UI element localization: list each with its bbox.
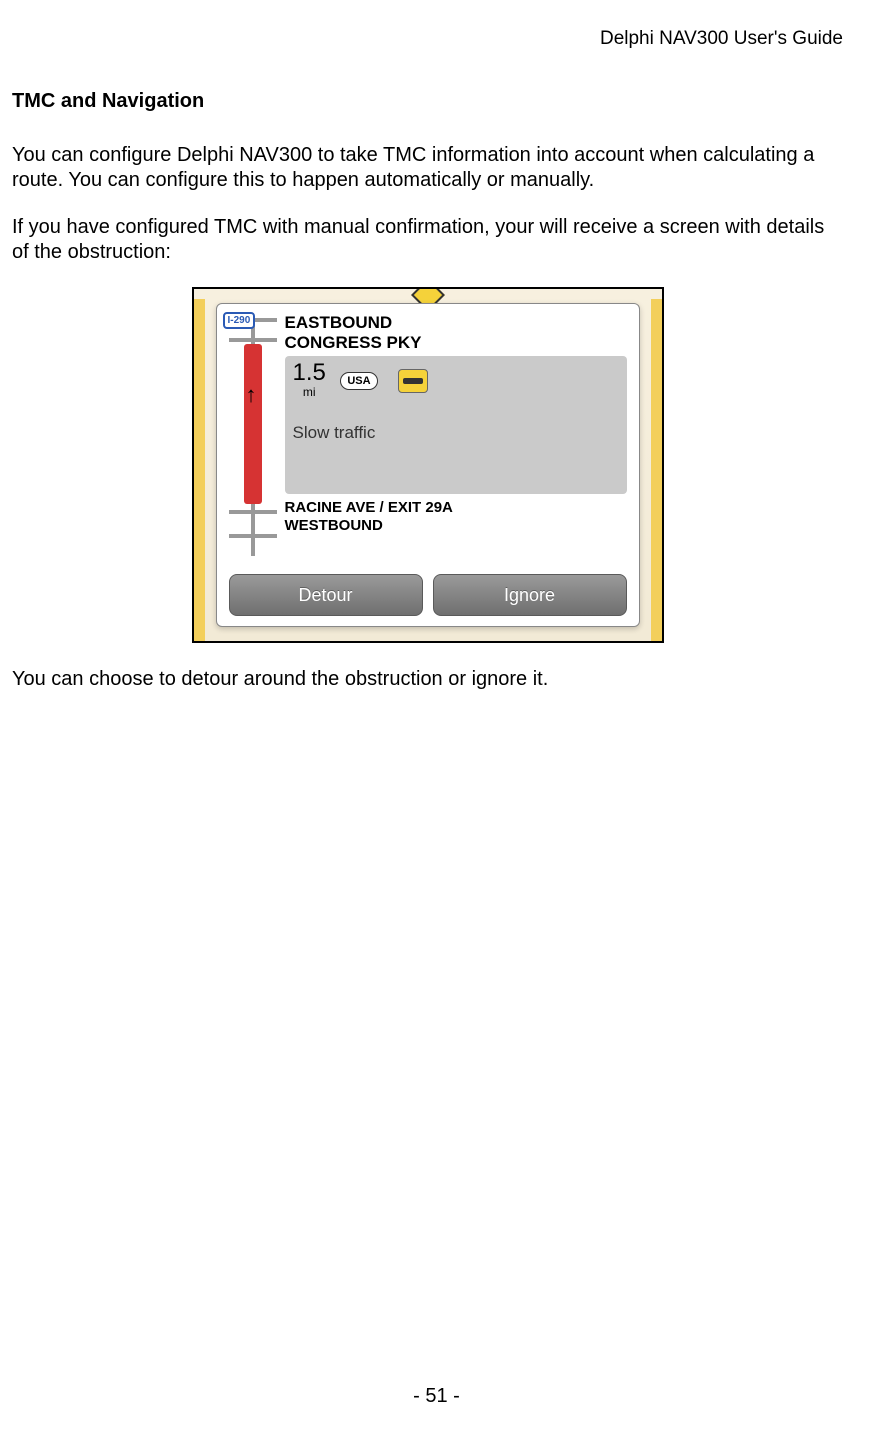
- section-title: TMC and Navigation: [12, 90, 843, 113]
- page-number: - 51 -: [0, 1385, 873, 1408]
- map-background: ↑ I-290 EASTBOUND CONGRESS PKY 1.5 mi US…: [194, 289, 662, 641]
- tmc-info: ↑ I-290 EASTBOUND CONGRESS PKY 1.5 mi US…: [229, 314, 627, 562]
- interstate-shield: I-290: [223, 312, 256, 329]
- distance: 1.5 mi: [293, 362, 326, 399]
- page-content: TMC and Navigation You can configure Del…: [12, 90, 843, 714]
- condition-box: 1.5 mi USA Slow traffic: [285, 356, 627, 494]
- congestion-bar: [244, 344, 262, 504]
- direction-bottom: WESTBOUND: [285, 518, 627, 535]
- tmc-details: EASTBOUND CONGRESS PKY 1.5 mi USA Slow t…: [277, 314, 627, 562]
- road-top: CONGRESS PKY: [285, 334, 627, 353]
- distance-unit: mi: [293, 385, 326, 399]
- paragraph-1: You can configure Delphi NAV300 to take …: [12, 143, 843, 193]
- ignore-button[interactable]: Ignore: [433, 574, 627, 616]
- route-tick: [229, 510, 277, 514]
- tmc-screenshot: ↑ I-290 EASTBOUND CONGRESS PKY 1.5 mi US…: [192, 287, 664, 643]
- exit-text: RACINE AVE / EXIT 29A: [285, 500, 627, 517]
- page-header: Delphi NAV300 User's Guide: [600, 28, 843, 50]
- route-diagram: ↑ I-290: [229, 314, 277, 562]
- arrow-up-icon: ↑: [246, 382, 257, 408]
- paragraph-2: If you have configured TMC with manual c…: [12, 215, 843, 265]
- condition-text: Slow traffic: [293, 423, 619, 443]
- lower-lines: RACINE AVE / EXIT 29A WESTBOUND: [285, 500, 627, 534]
- detour-button[interactable]: Detour: [229, 574, 423, 616]
- tmc-dialog: ↑ I-290 EASTBOUND CONGRESS PKY 1.5 mi US…: [216, 303, 640, 627]
- country-badge: USA: [340, 372, 377, 390]
- distance-value: 1.5: [293, 359, 326, 386]
- button-row: Detour Ignore: [229, 574, 627, 616]
- direction-top: EASTBOUND: [285, 314, 627, 333]
- route-tick: [229, 338, 277, 342]
- paragraph-3: You can choose to detour around the obst…: [12, 667, 843, 692]
- traffic-icon: [398, 369, 428, 393]
- route-tick: [229, 534, 277, 538]
